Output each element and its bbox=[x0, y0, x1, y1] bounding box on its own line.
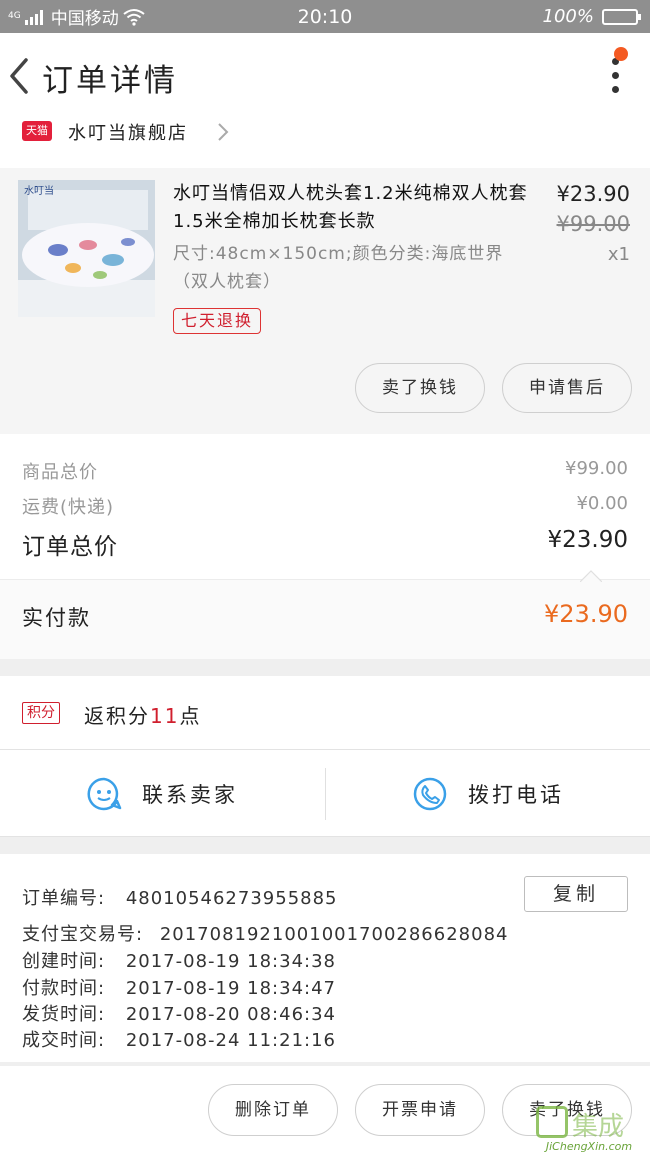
order-total-label: 订单总价 bbox=[22, 534, 118, 560]
shipped-time-line: 发货时间: 2017-08-20 08:46:34 bbox=[22, 1000, 336, 1026]
goods-total-row: 商品总价 ¥99.00 bbox=[22, 458, 628, 484]
store-name[interactable]: 水叮当旗舰店 bbox=[68, 119, 188, 145]
points-prefix: 返积分 bbox=[84, 704, 150, 728]
watermark-text: 集成 bbox=[572, 1112, 625, 1142]
points-suffix: 点 bbox=[179, 704, 202, 728]
paid-time-label: 付款时间: bbox=[22, 978, 106, 999]
page-title: 订单详情 bbox=[42, 63, 178, 99]
shipping-value: ¥0.00 bbox=[576, 493, 628, 514]
watermark-logo-icon bbox=[536, 1106, 568, 1138]
shipped-time: 2017-08-20 08:46:34 bbox=[125, 1004, 336, 1025]
chevron-left-icon[interactable] bbox=[6, 56, 32, 96]
status-right: 100% bbox=[542, 6, 641, 27]
completed-time: 2017-08-24 11:21:16 bbox=[125, 1030, 336, 1051]
pillow-image: 水叮当 bbox=[18, 180, 155, 317]
points-row: 积分 返积分11点 bbox=[0, 676, 650, 750]
product-quantity: x1 bbox=[607, 244, 630, 265]
order-number-line: 订单编号: 48010546273955885 bbox=[22, 884, 338, 910]
paid-time: 2017-08-19 18:34:47 bbox=[125, 978, 336, 999]
order-total-row: 订单总价 ¥23.90 bbox=[22, 527, 628, 561]
invoice-request-button[interactable]: 开票申请 bbox=[355, 1084, 485, 1136]
caret-up-icon bbox=[580, 570, 602, 582]
resell-button[interactable]: 卖了换钱 bbox=[355, 363, 485, 413]
battery-icon bbox=[602, 8, 641, 25]
completed-time-label: 成交时间: bbox=[22, 1030, 106, 1051]
product-thumbnail[interactable]: 水叮当 bbox=[18, 180, 155, 317]
delete-order-button[interactable]: 删除订单 bbox=[208, 1084, 338, 1136]
order-number-label: 订单编号: bbox=[22, 888, 106, 909]
created-time: 2017-08-19 18:34:38 bbox=[125, 951, 336, 972]
thumbnail-logo-text: 水叮当 bbox=[24, 184, 54, 197]
return-policy-tag: 七天退换 bbox=[173, 308, 262, 334]
watermark-url: JiChengXin.com bbox=[545, 1140, 633, 1153]
points-text: 返积分11点 bbox=[84, 700, 201, 729]
after-sale-button[interactable]: 申请售后 bbox=[502, 363, 632, 413]
contact-divider bbox=[325, 768, 326, 820]
created-time-label: 创建时间: bbox=[22, 951, 106, 972]
battery-percent: 100% bbox=[542, 6, 594, 27]
alipay-number-label: 支付宝交易号: bbox=[22, 924, 144, 945]
product-spec: 尺寸:48cm×150cm;颜色分类:海底世界（双人枕套） bbox=[173, 244, 504, 292]
order-total-value: ¥23.90 bbox=[547, 527, 628, 553]
notification-dot bbox=[614, 47, 628, 61]
product-card[interactable]: 水叮当 水叮当情侣双人枕头套1.2米纯棉双人枕套1.5米全棉加长枕套长款 尺寸:… bbox=[0, 168, 650, 434]
paid-time-line: 付款时间: 2017-08-19 18:34:47 bbox=[22, 974, 336, 1000]
call-label: 拨打电话 bbox=[468, 782, 564, 807]
points-amount: 11 bbox=[150, 704, 180, 728]
shipping-row: 运费(快递) ¥0.00 bbox=[22, 493, 628, 519]
status-bar: 4G 中国移动 20:10 100% bbox=[0, 0, 650, 33]
points-badge: 积分 bbox=[22, 702, 60, 724]
section-divider bbox=[0, 837, 650, 854]
product-original-price: ¥99.00 bbox=[556, 212, 630, 236]
product-title[interactable]: 水叮当情侣双人枕头套1.2米纯棉双人枕套1.5米全棉加长枕套长款 bbox=[173, 180, 533, 236]
call-button[interactable]: 拨打电话 bbox=[412, 750, 564, 837]
actual-paid-value: ¥23.90 bbox=[544, 600, 628, 628]
chevron-right-icon bbox=[218, 123, 229, 141]
tmall-badge: 天猫 bbox=[22, 121, 52, 141]
shipping-label: 运费(快递) bbox=[22, 497, 115, 518]
contact-seller-label: 联系卖家 bbox=[142, 782, 238, 807]
goods-total-value: ¥99.00 bbox=[565, 458, 628, 479]
price-summary: 商品总价 ¥99.00 运费(快递) ¥0.00 订单总价 ¥23.90 bbox=[0, 434, 650, 579]
site-watermark: 集成 JiChengXin.com bbox=[528, 1100, 650, 1155]
copy-button[interactable]: 复制 bbox=[524, 876, 628, 912]
completed-time-line: 成交时间: 2017-08-24 11:21:16 bbox=[22, 1026, 336, 1052]
product-price: ¥23.90 bbox=[556, 182, 630, 206]
actual-paid-row: 实付款 ¥23.90 bbox=[0, 570, 650, 659]
nav-header: 订单详情 bbox=[0, 33, 650, 119]
contact-seller-button[interactable]: 联系卖家 bbox=[86, 750, 238, 837]
phone-icon bbox=[413, 777, 447, 810]
order-number: 48010546273955885 bbox=[125, 888, 338, 909]
order-detail-page: 4G 中国移动 20:10 100% 订单详情 天猫 水叮当旗舰店 水叮当 水叮… bbox=[0, 0, 650, 1155]
actual-paid-label: 实付款 bbox=[22, 606, 91, 630]
more-vertical-icon[interactable] bbox=[608, 58, 622, 100]
chat-icon bbox=[87, 777, 122, 810]
section-divider bbox=[0, 659, 650, 676]
store-row[interactable]: 天猫 水叮当旗舰店 bbox=[0, 119, 650, 149]
shipped-time-label: 发货时间: bbox=[22, 1004, 106, 1025]
order-info: 订单编号: 48010546273955885 复制 支付宝交易号: 20170… bbox=[0, 854, 650, 1062]
alipay-number: 2017081921001001700286628084 bbox=[159, 924, 509, 945]
goods-total-label: 商品总价 bbox=[22, 462, 98, 483]
contact-bar: 联系卖家 拨打电话 bbox=[0, 750, 650, 837]
created-time-line: 创建时间: 2017-08-19 18:34:38 bbox=[22, 947, 336, 973]
alipay-number-line: 支付宝交易号: 2017081921001001700286628084 bbox=[22, 920, 508, 946]
